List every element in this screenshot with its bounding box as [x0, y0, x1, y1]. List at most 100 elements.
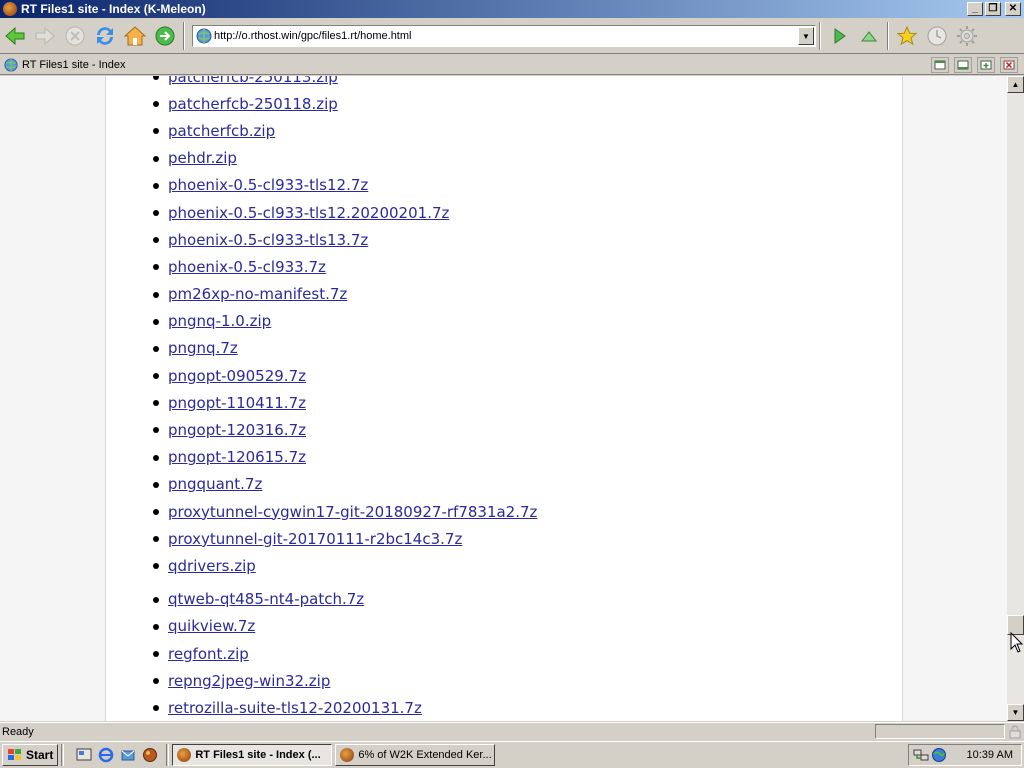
- page-globe-icon: [4, 57, 18, 72]
- toolbar-separator: [183, 22, 185, 50]
- file-link[interactable]: pngopt-120316.7z: [168, 421, 306, 439]
- history-button[interactable]: [922, 21, 952, 51]
- go-arrow-button[interactable]: [824, 21, 854, 51]
- desktop-icon: [76, 748, 92, 761]
- list-item: proxytunnel-cygwin17-git-20180927-rf7831…: [106, 498, 902, 525]
- file-link[interactable]: pngquant.7z: [168, 475, 262, 493]
- list-item: retrozilla-suite-tls12-20200131.7z: [106, 694, 902, 721]
- star-icon: [896, 25, 918, 46]
- tab-bar: RT Files1 site - Index: [0, 55, 1024, 75]
- play-icon: [834, 28, 846, 44]
- close-tab-button[interactable]: [1000, 56, 1018, 73]
- file-link[interactable]: proxytunnel-git-20170111-r2bc14c3.7z: [168, 530, 462, 548]
- globe-tray-icon[interactable]: [931, 747, 947, 763]
- url-input[interactable]: [214, 30, 798, 42]
- file-link[interactable]: pngnq-1.0.zip: [168, 312, 271, 330]
- vertical-scrollbar[interactable]: ▲ ▼: [1007, 76, 1024, 721]
- file-link[interactable]: pngopt-110411.7z: [168, 394, 306, 412]
- file-link[interactable]: phoenix-0.5-cl933-tls13.7z: [168, 231, 368, 249]
- file-link[interactable]: patcherfcb-250113.zip: [168, 76, 338, 86]
- forward-button[interactable]: [30, 21, 60, 51]
- file-link[interactable]: phoenix-0.5-cl933-tls12.7z: [168, 176, 368, 194]
- url-bar[interactable]: ▼: [192, 25, 816, 47]
- minimize-button[interactable]: _: [967, 2, 983, 16]
- list-item: pngnq-1.0.zip: [106, 308, 902, 335]
- file-link[interactable]: qdrivers.zip: [168, 557, 256, 575]
- close-button[interactable]: ✕: [1005, 2, 1021, 16]
- forward-arrow-icon: [35, 26, 55, 46]
- list-item: patcherfcb-250118.zip: [106, 90, 902, 117]
- task-button-download[interactable]: 6% of W2K Extended Ker...: [335, 744, 496, 766]
- list-item: pngquant.7z: [106, 471, 902, 498]
- list-item: pngopt-120615.7z: [106, 444, 902, 471]
- go-icon: [155, 26, 175, 46]
- file-link[interactable]: pngnq.7z: [168, 339, 238, 357]
- stop-icon: [65, 26, 85, 46]
- up-triangle-icon: [860, 31, 878, 42]
- k-meleon-launch-button[interactable]: [141, 746, 159, 764]
- previous-tab-button[interactable]: [931, 56, 949, 73]
- list-item: proxytunnel-git-20170111-r2bc14c3.7z: [106, 525, 902, 552]
- tab-left-icon: [934, 60, 946, 69]
- list-item: quikview.7z: [106, 613, 902, 640]
- list-item: phoenix-0.5-cl933-tls12.20200201.7z: [106, 199, 902, 226]
- k-meleon-icon: [177, 748, 192, 762]
- ie-icon: [99, 747, 114, 763]
- tab-rt-files1[interactable]: RT Files1 site - Index: [0, 56, 132, 74]
- start-button[interactable]: Start: [2, 744, 59, 766]
- file-link[interactable]: retrozilla-suite-tls12-20200131.7z: [168, 699, 422, 717]
- maximize-button[interactable]: ❐: [985, 2, 1001, 16]
- list-item: patcherfcb-250113.zip: [106, 76, 902, 90]
- bookmarks-button[interactable]: [892, 21, 922, 51]
- list-item: qdrivers.zip: [106, 552, 902, 579]
- file-link[interactable]: patcherfcb-250118.zip: [168, 95, 338, 113]
- url-dropdown-button[interactable]: ▼: [798, 27, 814, 45]
- k-meleon-icon: [143, 748, 158, 762]
- file-link[interactable]: pehdr.zip: [168, 149, 237, 167]
- page-viewport: patcherfcb-250113.zip patcherfcb-250118.z…: [0, 76, 1007, 721]
- file-link[interactable]: phoenix-0.5-cl933-tls12.20200201.7z: [168, 204, 449, 222]
- task-label: RT Files1 site - Index (...: [195, 749, 321, 761]
- file-link[interactable]: pngopt-120615.7z: [168, 448, 306, 466]
- task-button-browser[interactable]: RT Files1 site - Index (...: [172, 744, 333, 766]
- scroll-down-button[interactable]: ▼: [1007, 704, 1024, 721]
- file-link[interactable]: pngopt-090529.7z: [168, 367, 306, 385]
- show-desktop-button[interactable]: [75, 746, 93, 764]
- list-item: repng2jpeg-win32.zip: [106, 667, 902, 694]
- file-link[interactable]: phoenix-0.5-cl933.7z: [168, 258, 326, 276]
- back-button[interactable]: [0, 21, 30, 51]
- reload-button[interactable]: [90, 21, 120, 51]
- network-icon[interactable]: [913, 747, 929, 763]
- outlook-express-button[interactable]: [119, 746, 137, 764]
- security-lock-icon: [1009, 725, 1021, 738]
- scroll-up-button[interactable]: ▲: [1007, 76, 1024, 93]
- go-button[interactable]: [150, 21, 180, 51]
- tab-right-icon: [957, 60, 969, 69]
- tab-label: RT Files1 site - Index: [22, 58, 126, 71]
- file-link[interactable]: qtweb-qt485-nt4-patch.7z: [168, 590, 364, 608]
- file-link[interactable]: regfont.zip: [168, 645, 249, 663]
- window-title: RT Files1 site - Index (K-Meleon): [21, 2, 206, 16]
- file-link[interactable]: proxytunnel-cygwin17-git-20180927-rf7831…: [168, 503, 537, 521]
- file-link[interactable]: quikview.7z: [168, 617, 255, 635]
- reload-icon: [97, 27, 113, 45]
- status-text: Ready: [2, 725, 34, 738]
- list-item: pm26xp-no-manifest.7z: [106, 281, 902, 308]
- title-bar: RT Files1 site - Index (K-Meleon) _ ❐ ✕: [0, 0, 1024, 18]
- list-item: pngopt-120316.7z: [106, 416, 902, 443]
- list-item: pehdr.zip: [106, 145, 902, 172]
- file-link[interactable]: repng2jpeg-win32.zip: [168, 672, 330, 690]
- settings-button[interactable]: [952, 21, 982, 51]
- stop-button[interactable]: [60, 21, 90, 51]
- new-tab-button[interactable]: [977, 56, 995, 73]
- file-link[interactable]: patcherfcb.zip: [168, 122, 275, 140]
- taskbar-separator: [166, 744, 170, 766]
- list-item: pngnq.7z: [106, 335, 902, 362]
- list-item: regfont.zip: [106, 640, 902, 667]
- home-button[interactable]: [120, 21, 150, 51]
- next-tab-button[interactable]: [954, 56, 972, 73]
- up-button[interactable]: [854, 21, 884, 51]
- internet-explorer-button[interactable]: [97, 746, 115, 764]
- tab-controls: [926, 56, 1024, 73]
- file-link[interactable]: pm26xp-no-manifest.7z: [168, 285, 347, 303]
